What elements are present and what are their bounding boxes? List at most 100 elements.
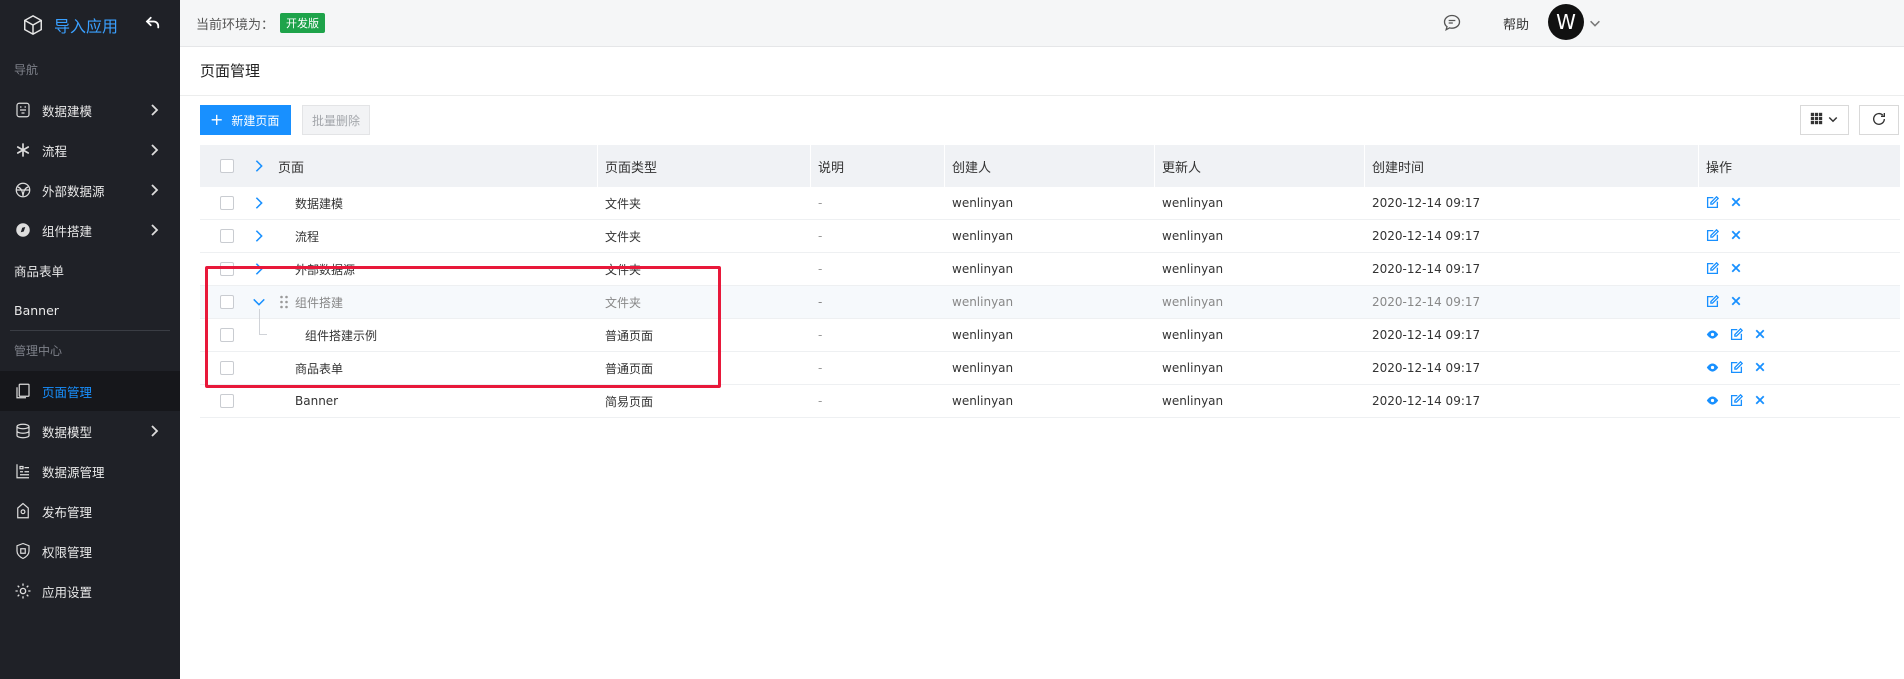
- toolbar: + 新建页面 批量删除: [200, 105, 1904, 137]
- table-row[interactable]: 组件搭建示例 普通页面 - wenlinyan wenlinyan 2020-1…: [200, 309, 1900, 352]
- delete-icon[interactable]: [1754, 328, 1768, 342]
- table-row[interactable]: 组件搭建 文件夹 - wenlinyan wenlinyan 2020-12-1…: [200, 286, 1900, 319]
- message-icon[interactable]: [1442, 13, 1462, 33]
- row-updater: wenlinyan: [1162, 196, 1224, 210]
- database-icon: [14, 422, 32, 440]
- new-page-label: 新建页面: [231, 113, 280, 128]
- section-admin-label: 管理中心: [14, 344, 63, 358]
- shield-icon: [14, 542, 32, 560]
- pages-icon: [14, 382, 32, 400]
- delete-icon[interactable]: [1754, 361, 1768, 375]
- view-mode-dropdown[interactable]: [1800, 105, 1849, 135]
- table-row[interactable]: 数据建模 文件夹 - wenlinyan wenlinyan 2020-12-1…: [200, 187, 1900, 220]
- delete-icon[interactable]: [1730, 295, 1744, 309]
- table-row[interactable]: 流程 文件夹 - wenlinyan wenlinyan 2020-12-14 …: [200, 220, 1900, 253]
- delete-icon[interactable]: [1730, 196, 1744, 210]
- delete-icon[interactable]: [1754, 394, 1768, 408]
- edit-icon[interactable]: [1730, 394, 1744, 408]
- sidebar-item-data-source[interactable]: 数据源管理: [0, 451, 180, 491]
- gear-icon: [14, 582, 32, 600]
- chevron-down-icon[interactable]: [252, 295, 266, 309]
- row-name: Banner: [295, 394, 339, 408]
- edit-icon[interactable]: [1706, 295, 1720, 309]
- batch-delete-button[interactable]: 批量删除: [302, 105, 370, 135]
- row-desc: -: [818, 361, 823, 375]
- chevron-right-icon: [146, 142, 162, 158]
- chevron-right-icon[interactable]: [252, 159, 266, 173]
- row-created: 2020-12-14 09:17: [1372, 394, 1481, 408]
- row-checkbox[interactable]: [220, 328, 234, 342]
- eye-icon[interactable]: [1706, 394, 1720, 408]
- col-header-ops: 操作: [1706, 160, 1733, 176]
- chevron-right-icon[interactable]: [252, 229, 266, 243]
- row-checkbox[interactable]: [220, 262, 234, 276]
- sidebar-item-publish[interactable]: 发布管理: [0, 491, 180, 531]
- row-type: 普通页面: [605, 361, 654, 376]
- refresh-button[interactable]: [1859, 105, 1899, 135]
- col-header-creator: 创建人: [952, 160, 992, 176]
- drag-handle-icon[interactable]: [279, 295, 289, 309]
- table-row[interactable]: 外部数据源 文件夹 - wenlinyan wenlinyan 2020-12-…: [200, 253, 1900, 286]
- edit-icon[interactable]: [1730, 328, 1744, 342]
- chevron-right-icon: [146, 423, 162, 439]
- chevron-down-icon[interactable]: [1588, 16, 1602, 30]
- avatar[interactable]: W: [1548, 4, 1584, 40]
- row-name: 商品表单: [295, 361, 344, 376]
- eye-icon[interactable]: [1706, 328, 1720, 342]
- sidebar-item-app-settings[interactable]: 应用设置: [0, 571, 180, 611]
- row-updater: wenlinyan: [1162, 328, 1224, 342]
- row-type: 文件夹: [605, 295, 642, 310]
- edit-icon[interactable]: [1730, 361, 1744, 375]
- edit-icon[interactable]: [1706, 262, 1720, 276]
- row-checkbox[interactable]: [220, 361, 234, 375]
- sidebar-item-flow[interactable]: 流程: [0, 130, 180, 170]
- row-creator: wenlinyan: [952, 262, 1014, 276]
- row-name: 流程: [295, 229, 320, 244]
- app-brand[interactable]: 导入应用: [0, 0, 180, 50]
- table-row[interactable]: Banner 简易页面 - wenlinyan wenlinyan 2020-1…: [200, 385, 1900, 418]
- row-updater: wenlinyan: [1162, 229, 1224, 243]
- sidebar-item-product-form[interactable]: 商品表单: [0, 250, 180, 290]
- row-created: 2020-12-14 09:17: [1372, 262, 1481, 276]
- sidebar-item-banner[interactable]: Banner: [0, 290, 180, 330]
- sidebar-item-page-management[interactable]: 页面管理: [0, 371, 180, 411]
- sidebar-item-permissions[interactable]: 权限管理: [0, 531, 180, 571]
- select-all-checkbox[interactable]: [220, 159, 234, 173]
- row-updater: wenlinyan: [1162, 262, 1224, 276]
- row-checkbox[interactable]: [220, 295, 234, 309]
- row-checkbox[interactable]: [220, 196, 234, 210]
- sidebar-item-label: 权限管理: [42, 544, 93, 560]
- row-desc: -: [818, 394, 823, 408]
- env-label: 当前环境为：: [196, 17, 275, 33]
- row-checkbox[interactable]: [220, 229, 234, 243]
- chevron-right-icon[interactable]: [252, 262, 266, 276]
- row-desc: -: [818, 328, 823, 342]
- edit-icon[interactable]: [1706, 229, 1720, 243]
- row-creator: wenlinyan: [952, 196, 1014, 210]
- edit-icon[interactable]: [1706, 196, 1720, 210]
- chevron-right-icon[interactable]: [252, 196, 266, 210]
- sidebar-item-data-model[interactable]: 数据模型: [0, 411, 180, 451]
- delete-icon[interactable]: [1730, 262, 1744, 276]
- row-name: 数据建模: [295, 196, 344, 211]
- row-checkbox[interactable]: [220, 394, 234, 408]
- help-link[interactable]: 帮助: [1503, 14, 1529, 33]
- table-header: 页面 页面类型 说明 创建人 更新人 创建时间 操作: [200, 145, 1900, 187]
- back-arrow-icon[interactable]: [144, 14, 162, 32]
- sidebar-item-external-data[interactable]: 外部数据源: [0, 170, 180, 210]
- row-creator: wenlinyan: [952, 328, 1014, 342]
- col-separator: [1698, 145, 1699, 187]
- sidebar-item-data-modeling[interactable]: 数据建模: [0, 90, 180, 130]
- eye-icon[interactable]: [1706, 361, 1720, 375]
- table-row[interactable]: 商品表单 普通页面 - wenlinyan wenlinyan 2020-12-…: [200, 352, 1900, 385]
- col-header-page: 页面: [278, 160, 305, 176]
- col-separator: [944, 145, 945, 187]
- row-created: 2020-12-14 09:17: [1372, 361, 1481, 375]
- sidebar-item-label: 组件搭建: [42, 223, 93, 239]
- row-name: 组件搭建示例: [305, 328, 378, 343]
- delete-icon[interactable]: [1730, 229, 1744, 243]
- sidebar-item-components[interactable]: 组件搭建: [0, 210, 180, 250]
- new-page-button[interactable]: + 新建页面: [200, 105, 291, 135]
- main-content: 页面管理 + 新建页面 批量删除 页面 页面类型 说明 创建人 更新人 创建时间…: [180, 47, 1904, 679]
- cube-icon: [22, 14, 44, 36]
